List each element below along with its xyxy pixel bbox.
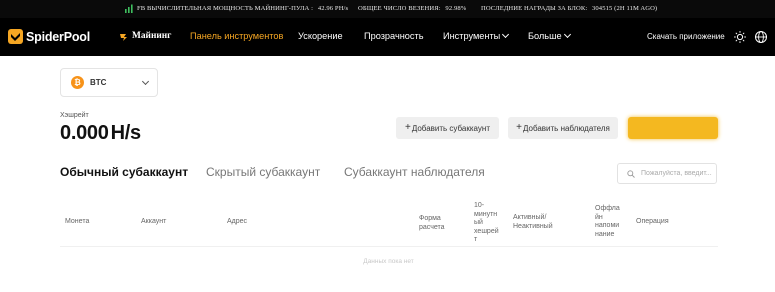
nav-control-panel[interactable]: Панель инструментов [190,31,283,41]
tab-observer-subaccount[interactable]: Субаккаунт наблюдателя [344,165,485,179]
top-navbar: SpiderPool Майнинг Панель инструментов У… [0,18,775,56]
search-input[interactable] [637,164,715,183]
bitcoin-icon: ₿ [71,76,84,89]
coin-select[interactable]: ₿ BTC [60,68,158,97]
table-header-divider [60,246,718,247]
nav-acceleration[interactable]: Ускорение [298,31,343,41]
column-header-offline-line: Оффла [595,205,620,212]
column-header-address[interactable]: Адрес [227,218,247,227]
nav-tools[interactable]: Инструменты [443,30,510,41]
download-app-link[interactable]: Скачать приложение [647,32,725,41]
column-header-10min-line: минутн [474,210,498,218]
empty-state-label: Данных пока нет [363,258,414,265]
plus-icon: + [516,122,522,133]
column-header-active-inactive[interactable]: Активный/ Неактивный [513,214,563,231]
column-header-offline-line: йн [595,213,603,221]
mining-icon [120,34,127,41]
luck-label: ОБЩЕЕ ЧИСЛО ВЕЗЕНИЯ: [358,5,441,12]
add-observer-button[interactable]: + Добавить наблюдателя [508,117,618,139]
hashrate-label: Хэшрейт [60,112,89,119]
nav-more[interactable]: Больше [528,30,571,41]
nav-mining-label: Майнинг [132,31,172,41]
tab-hidden-subaccount[interactable]: Скрытый субаккаунт [206,165,320,179]
add-subaccount-label: Добавить субаккаунт [411,123,490,133]
add-subaccount-button[interactable]: + Добавить субаккаунт [396,117,499,139]
last-block-label: ПОСЛЕДНИЕ НАГРАДЫ ЗА БЛОК: [481,5,588,12]
column-header-active-line: Активный/ [513,214,547,221]
search-icon [627,170,635,178]
column-header-coin[interactable]: Монета [65,218,89,227]
column-header-payment-form[interactable]: Форма расчета [419,215,455,232]
language-globe-icon[interactable] [754,30,768,44]
chevron-down-icon [502,30,510,39]
hashrate-unit: H/s [110,122,142,144]
column-header-10min-line: т [474,236,478,243]
column-header-offline-reminder[interactable]: Оффла йн напоми нание [595,205,627,239]
spiderpool-logo-icon [8,29,23,44]
column-header-operation[interactable]: Операция [636,218,669,227]
nav-more-label: Больше [528,31,562,41]
brand-name: SpiderPool [26,29,90,44]
search-box [617,163,717,184]
tab-normal-subaccount[interactable]: Обычный субаккаунт [60,165,188,179]
column-header-payment-form-line: Форма [419,215,441,222]
nav-mining[interactable]: Майнинг [120,31,172,41]
highlighted-action-button[interactable] [628,117,718,139]
chart-icon [125,4,133,13]
luck-stat: ОБЩЕЕ ЧИСЛО ВЕЗЕНИЯ: 92.98% [358,5,466,12]
column-header-account[interactable]: Аккаунт [141,218,166,227]
plus-icon: + [405,122,411,133]
add-observer-label: Добавить наблюдателя [522,123,610,133]
pool-power-label: FB ВЫЧИСЛИТЕЛЬНАЯ МОЩНОСТЬ МАЙНИНГ-ПУЛА … [137,5,314,12]
column-header-10min-line: хешрей [474,227,499,235]
pool-power-value: 42.96 PH/s [317,5,349,12]
last-block-stat: ПОСЛЕДНИЕ НАГРАДЫ ЗА БЛОК: 304515 (2H 11… [481,5,657,12]
coin-select-value: BTC [90,78,107,87]
luck-value: 92.98% [445,5,467,12]
nav-transparency[interactable]: Прозрачность [364,31,424,41]
brand-logo[interactable]: SpiderPool [8,29,90,44]
empty-state-text: Данных пока нет [0,258,775,265]
column-header-payment-form-line: расчета [419,223,445,231]
column-header-active-line: Неактивный [513,222,553,230]
column-header-10min-line: ый [474,219,483,226]
pool-stats-ticker: FB ВЫЧИСЛИТЕЛЬНАЯ МОЩНОСТЬ МАЙНИНГ-ПУЛА … [0,0,775,18]
column-header-offline-line: напоми [595,222,620,229]
column-header-10min-line: 10- [474,202,485,209]
hashrate-display: 0.000 H/s [60,122,141,145]
nav-tools-label: Инструменты [443,31,501,41]
pool-power-stat: FB ВЫЧИСЛИТЕЛЬНАЯ МОЩНОСТЬ МАЙНИНГ-ПУЛА … [137,5,348,12]
last-block-value: 304515 (2H 11M AGO) [592,5,658,12]
chevron-down-icon [141,77,150,86]
theme-toggle-icon[interactable] [733,30,747,44]
hashrate-value: 0.000 [60,122,109,144]
chevron-down-icon [563,30,571,39]
column-header-offline-line: нание [595,230,615,238]
column-header-10min-hashrate[interactable]: 10- минутн ый хешрей т [474,202,506,245]
